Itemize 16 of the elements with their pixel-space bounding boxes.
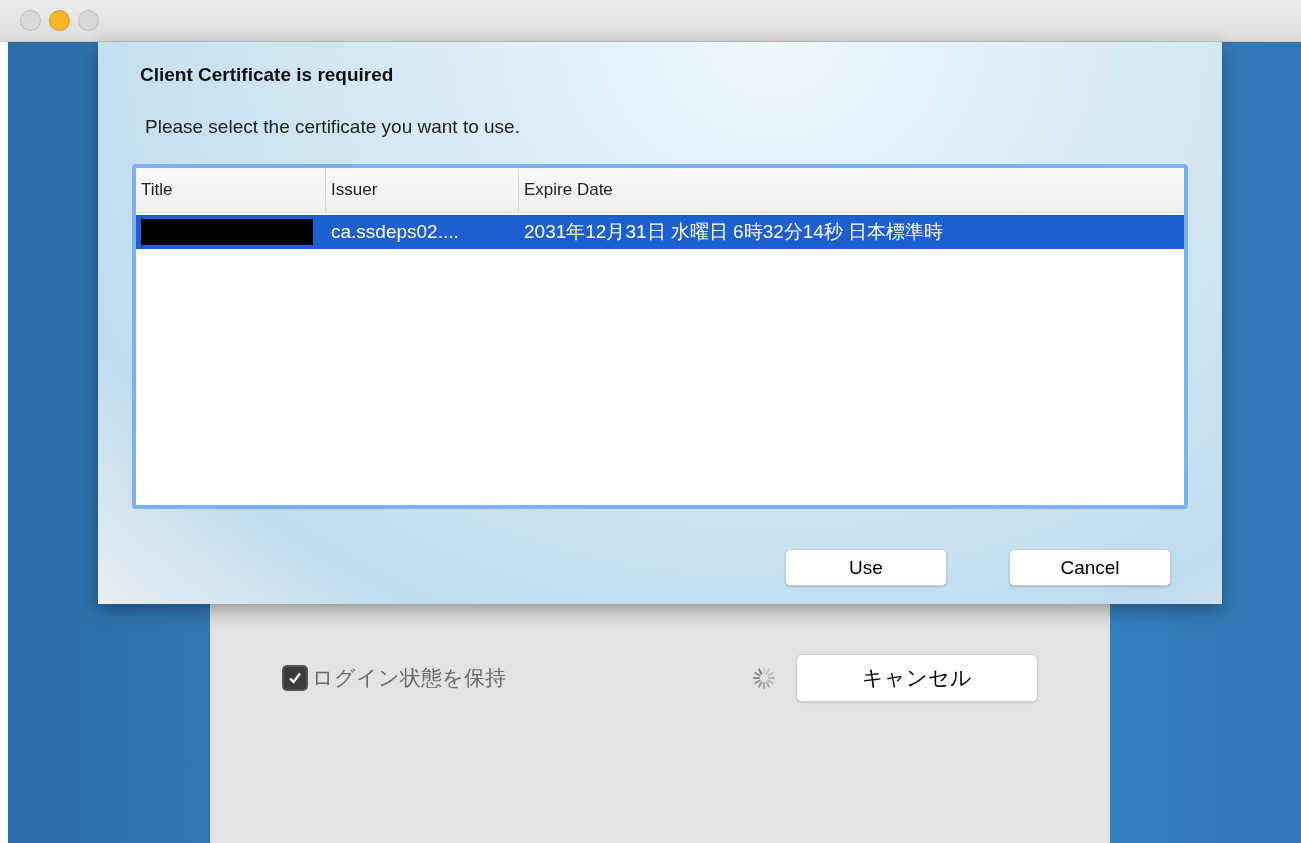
- column-header[interactable]: Issuer: [326, 168, 519, 212]
- dialog-message: Please select the certificate you want to use.: [145, 116, 521, 138]
- checkbox[interactable]: [282, 665, 308, 691]
- use-button[interactable]: Use: [785, 549, 947, 586]
- table-cell-text: 2031年12月31日 水曜日 6時32分14秒 日本標準時: [524, 220, 944, 244]
- checkbox-label: ログイン状態を保持: [312, 665, 506, 691]
- dialog-title: Client Certificate is required: [140, 64, 395, 86]
- cancel-button[interactable]: Cancel: [1009, 549, 1171, 586]
- column-header[interactable]: Expire Date: [519, 168, 1184, 212]
- column-header[interactable]: Title: [136, 168, 326, 212]
- cancel-button[interactable]: キャンセル: [796, 654, 1038, 702]
- minimize-light-icon[interactable]: [49, 10, 70, 31]
- table-cell: ca.ssdeps02....: [331, 221, 459, 243]
- close-light-icon[interactable]: [20, 10, 41, 31]
- table-row[interactable]: ca.ssdeps02.... 2031年12月31日 水曜日 6時32分14秒 日本標準時: [136, 215, 1184, 249]
- zoom-light-icon[interactable]: [78, 10, 99, 31]
